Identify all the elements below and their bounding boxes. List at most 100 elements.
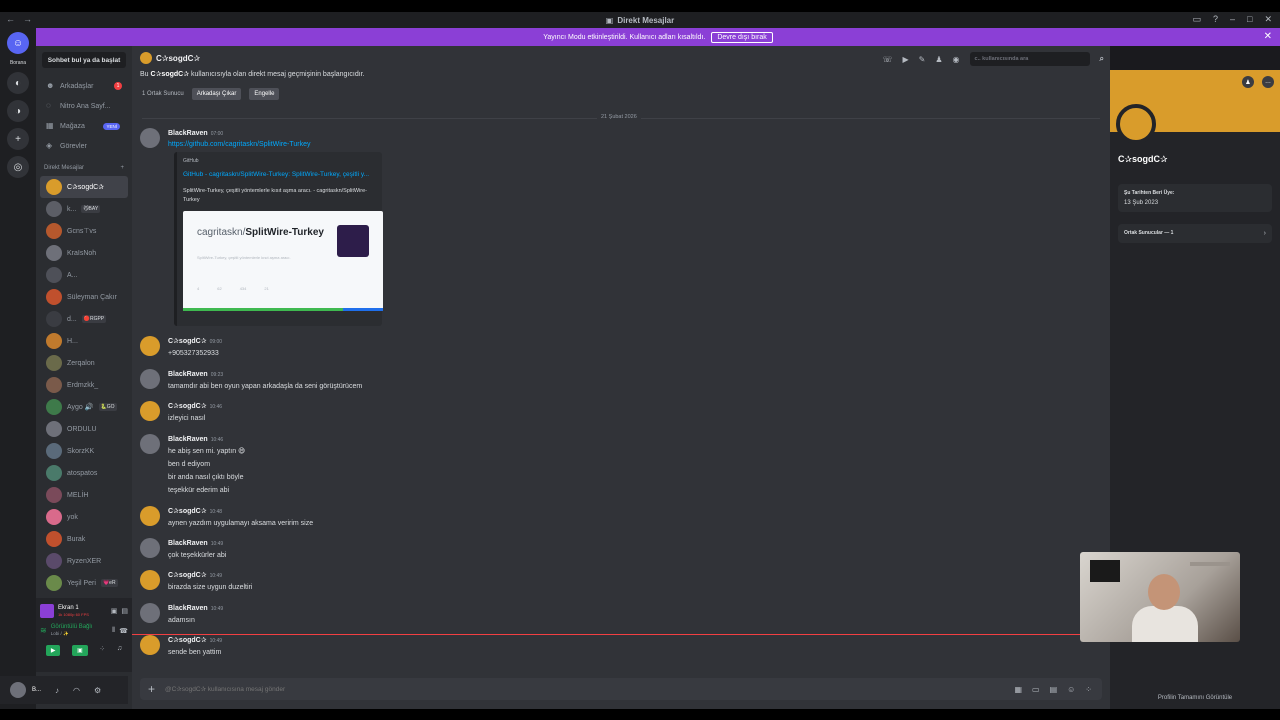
avatar[interactable] <box>10 682 26 698</box>
dm-item[interactable]: Erdmzkk_ <box>40 374 128 396</box>
mutual-servers[interactable]: 1 Ortak Sunucu <box>142 91 184 97</box>
dm-item[interactable]: SkorzKK <box>40 440 128 462</box>
more-options-icon[interactable]: … <box>1262 76 1274 88</box>
dm-item[interactable]: k... 😼BAY <box>40 198 128 220</box>
dm-item[interactable]: MELİH <box>40 484 128 506</box>
avatar[interactable] <box>140 434 160 454</box>
dm-item[interactable]: RyzenXER <box>40 550 128 572</box>
inbox-icon[interactable]: ▭ <box>1192 14 1201 25</box>
mic-icon[interactable]: ♪ <box>55 686 59 695</box>
remove-friend-button[interactable]: Arkadaşı Çıkar <box>191 88 242 100</box>
stream-settings-icon[interactable]: ▣ <box>111 607 118 615</box>
message-author[interactable]: C✰sogdC✰ <box>168 403 207 410</box>
attach-plus-icon[interactable]: + <box>148 682 155 696</box>
message-link[interactable]: https://github.com/cagritaskn/SplitWire-… <box>168 141 311 148</box>
message-author[interactable]: BlackRaven <box>168 436 208 443</box>
signal-icon: ≋ <box>40 626 47 635</box>
dm-item[interactable]: yok <box>40 506 128 528</box>
server-rail: ☺ Borana ◐ ◑ + ◎ <box>0 28 36 709</box>
disconnect-icon[interactable]: ☎ <box>119 627 128 635</box>
server-icon-1[interactable]: ◐ <box>7 72 29 94</box>
pinned-icon[interactable]: ✎ <box>919 55 926 64</box>
forward-arrow-icon[interactable]: → <box>23 14 32 24</box>
message-author[interactable]: C✰sogdC✰ <box>168 338 207 345</box>
message-author[interactable]: BlackRaven <box>168 605 208 612</box>
search-icon[interactable]: ⌕ <box>1100 54 1104 64</box>
server-icon-2[interactable]: ◑ <box>7 100 29 122</box>
discover-icon[interactable]: ◎ <box>7 156 29 178</box>
nav-quests[interactable]: ◈ Görevler <box>36 136 132 156</box>
dm-item[interactable]: ORDULU <box>40 418 128 440</box>
banner-close-icon[interactable]: ✕ <box>1264 31 1272 42</box>
headphones-icon[interactable]: ◠ <box>73 686 80 695</box>
avatar[interactable] <box>140 401 160 421</box>
message-author[interactable]: C✰sogdC✰ <box>168 572 207 579</box>
nav-shop[interactable]: ▦ Mağaza YENİ <box>36 116 132 136</box>
dm-item[interactable]: Aygo 🔊 🐍GO <box>40 396 128 418</box>
dm-item[interactable]: Burak <box>40 528 128 550</box>
profile-toggle-icon[interactable]: ◉ <box>953 55 960 64</box>
dm-item[interactable]: C✰sogdC✰ <box>40 176 128 198</box>
add-server-icon[interactable]: + <box>7 128 29 150</box>
avatar[interactable] <box>140 369 160 389</box>
soundboard-icon[interactable]: ♫ <box>117 645 122 656</box>
activities-icon[interactable]: ⁘ <box>99 645 105 656</box>
dm-item[interactable]: Yeşil Peri 💗eR <box>40 572 128 594</box>
message-author[interactable]: BlackRaven <box>168 540 208 547</box>
search-input[interactable]: c.. kullanıcısında ara <box>969 52 1090 66</box>
settings-gear-icon[interactable]: ⚙ <box>94 686 101 695</box>
avatar[interactable] <box>140 603 160 623</box>
voice-call-icon[interactable]: ☏ <box>882 55 892 64</box>
back-arrow-icon[interactable]: ← <box>6 14 15 24</box>
home-dm-icon[interactable]: ☺ <box>7 32 29 54</box>
mutual-servers-card[interactable]: Ortak Sunucular — 1 › <box>1118 224 1272 243</box>
stop-stream-icon[interactable]: ▤ <box>121 607 128 615</box>
noise-suppression-icon[interactable]: ⦀ <box>112 627 115 635</box>
nav-nitro[interactable]: ◌ Nitro Ana Sayf... <box>36 96 132 116</box>
message-author[interactable]: C✰sogdC✰ <box>168 508 207 515</box>
avatar[interactable] <box>140 538 160 558</box>
message-author[interactable]: C✰sogdC✰ <box>168 637 207 644</box>
message-author[interactable]: BlackRaven <box>168 130 208 137</box>
profile-avatar[interactable] <box>1116 104 1156 144</box>
embed-title[interactable]: GitHub - cagritaskn/SplitWire-Turkey: Sp… <box>183 170 376 179</box>
message-text: çok teşekkürler abi <box>168 552 227 559</box>
dm-item[interactable]: d... 🔴RGPP <box>40 308 128 330</box>
avatar[interactable] <box>140 506 160 526</box>
video-call-icon[interactable]: ▶ <box>903 55 909 64</box>
add-friend-icon[interactable]: ♟ <box>1242 76 1254 88</box>
dm-item[interactable]: Gcns⊤vs <box>40 220 128 242</box>
close-window-icon[interactable]: ✕ <box>1264 14 1272 25</box>
create-dm-icon[interactable]: + <box>120 165 124 171</box>
sticker-icon[interactable]: ▤ <box>1050 685 1058 694</box>
nav-friends[interactable]: ☻ Arkadaşlar 1 <box>36 76 132 96</box>
avatar[interactable] <box>140 128 160 148</box>
minimize-icon[interactable]: – <box>1230 14 1235 25</box>
gift-icon[interactable]: ▦ <box>1014 685 1022 694</box>
add-friends-dm-icon[interactable]: ♟ <box>935 55 942 64</box>
dm-item[interactable]: A... <box>40 264 128 286</box>
maximize-icon[interactable]: □ <box>1247 14 1252 25</box>
view-full-profile[interactable]: Profilin Tamamını Görüntüle <box>1110 695 1280 701</box>
dm-item[interactable]: H... <box>40 330 128 352</box>
message-input[interactable] <box>165 685 1005 693</box>
message-author[interactable]: BlackRaven <box>168 371 208 378</box>
dm-item[interactable]: Süleyman Çakır <box>40 286 128 308</box>
block-button[interactable]: Engelle <box>249 88 280 100</box>
dm-item[interactable]: atospatos <box>40 462 128 484</box>
avatar[interactable] <box>140 336 160 356</box>
message: C✰sogdC✰ 10:49 sende ben yattim <box>140 635 222 657</box>
avatar[interactable] <box>140 570 160 590</box>
share-screen-button[interactable]: ▣ <box>72 645 88 656</box>
avatar[interactable] <box>140 635 160 655</box>
find-conversation-button[interactable]: Sohbet bul ya da başlat <box>42 52 126 68</box>
gif-icon[interactable]: ▭ <box>1032 685 1040 694</box>
emoji-icon[interactable]: ☺ <box>1067 685 1075 694</box>
dm-item[interactable]: KraIsNoh <box>40 242 128 264</box>
camera-button[interactable]: ▶ <box>45 645 61 656</box>
help-icon[interactable]: ? <box>1213 14 1218 25</box>
dm-item[interactable]: Zerqalon <box>40 352 128 374</box>
embed-image[interactable]: cagritaskn/SplitWire-Turkey SplitWire-Tu… <box>183 211 383 311</box>
disable-streamer-button[interactable]: Devre dışı bırak <box>711 31 773 43</box>
apps-icon[interactable]: ⁘ <box>1085 685 1092 694</box>
